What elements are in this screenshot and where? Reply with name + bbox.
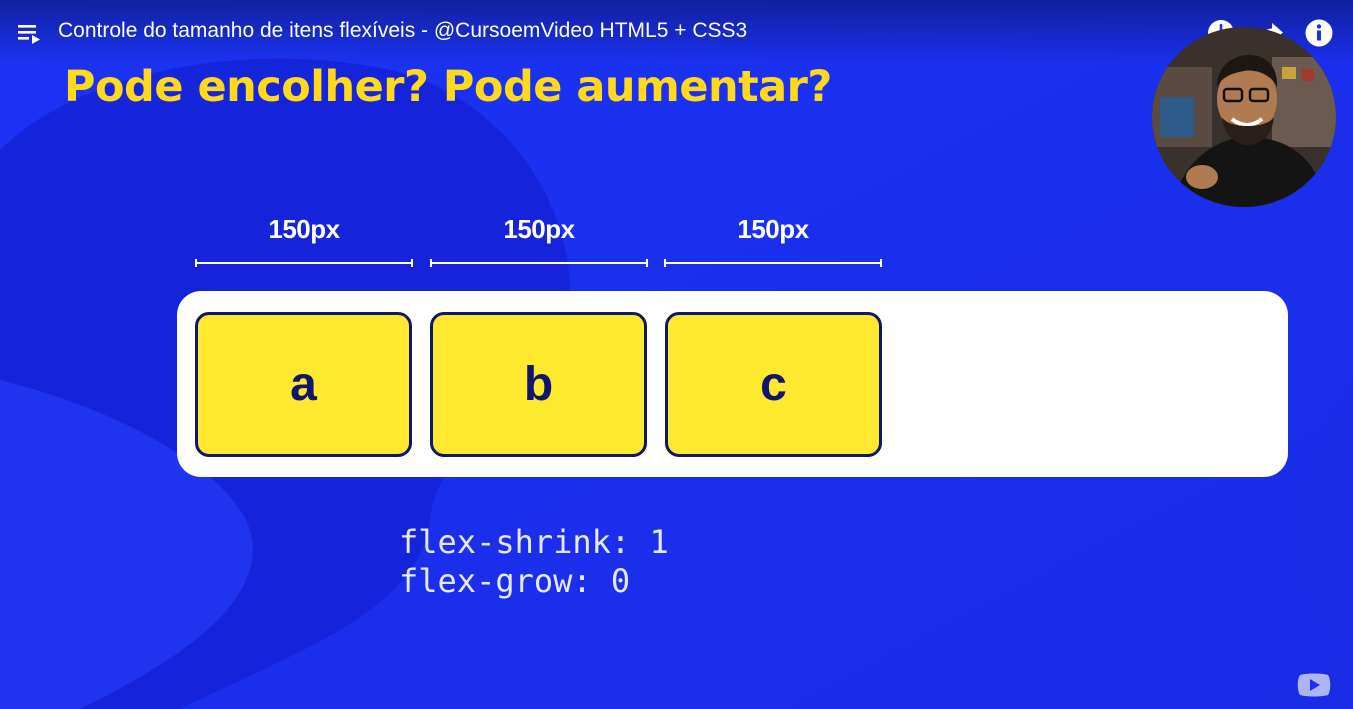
dimension-line — [664, 259, 882, 267]
video-title[interactable]: Controle do tamanho de itens flexíveis -… — [58, 19, 747, 43]
flex-item-c: c — [665, 312, 882, 457]
flex-item-b: b — [430, 312, 647, 457]
presenter-avatar — [1152, 27, 1336, 207]
playlist-icon[interactable] — [18, 22, 42, 46]
flex-item-label: b — [523, 358, 554, 411]
slide-heading: Pode encolher? Pode aumentar? — [64, 62, 832, 112]
video-player[interactable]: Controle do tamanho de itens flexíveis -… — [0, 0, 1353, 709]
width-label: 150px — [268, 214, 340, 244]
width-measure-b: 150px — [430, 214, 648, 267]
width-measure-a: 150px — [195, 214, 413, 267]
width-label: 150px — [503, 214, 575, 244]
flex-item-label: c — [760, 358, 787, 411]
css-code: flex-shrink: 1 flex-grow: 0 — [399, 523, 669, 601]
flex-item-label: a — [290, 358, 317, 411]
youtube-logo-icon[interactable] — [1296, 671, 1332, 699]
dimension-line — [195, 259, 413, 267]
dimension-line — [430, 259, 648, 267]
width-measure-c: 150px — [664, 214, 882, 267]
flex-item-a: a — [195, 312, 412, 457]
code-line-flex-shrink: flex-shrink: 1 — [399, 523, 669, 561]
width-label: 150px — [737, 214, 809, 244]
code-line-flex-grow: flex-grow: 0 — [399, 562, 631, 600]
info-icon[interactable] — [1304, 18, 1334, 48]
